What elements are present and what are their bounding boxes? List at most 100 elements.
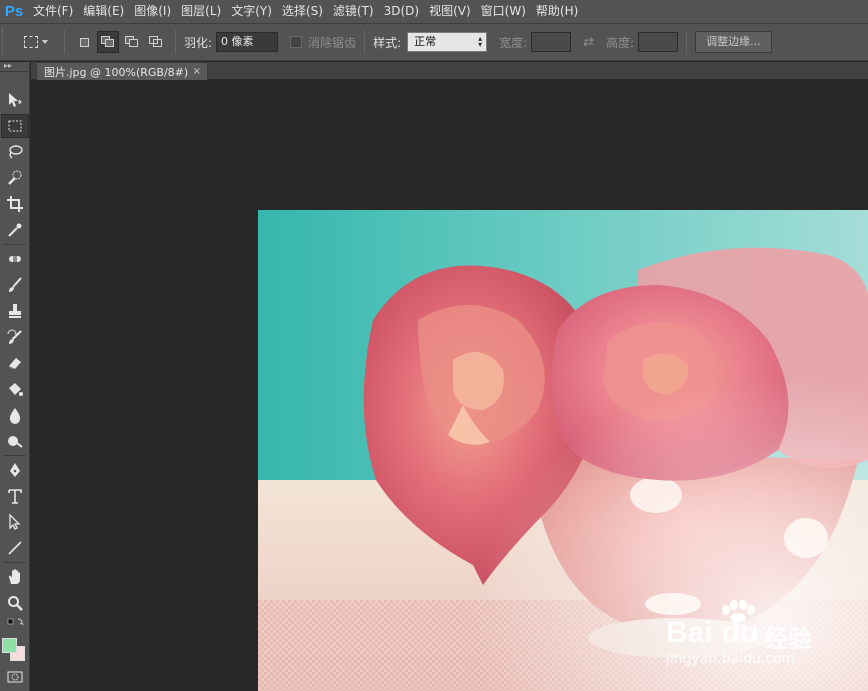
subtract-from-selection-icon: [125, 36, 139, 48]
divider: [4, 455, 26, 456]
swap-dimensions-icon[interactable]: ⇄: [583, 35, 594, 50]
divider: [364, 30, 366, 54]
eraser-icon: [8, 358, 21, 370]
quick-selection-tool[interactable]: [1, 166, 29, 190]
brush-icon: [9, 277, 22, 292]
intersect-selection-icon: [149, 36, 163, 48]
type-tool[interactable]: [1, 484, 29, 508]
selection-mode-group: [73, 31, 167, 53]
water-drop-icon: [9, 408, 21, 424]
tools-panel-header[interactable]: ▸▸: [0, 62, 29, 72]
dodge-icon: [8, 436, 23, 448]
quick-mask-icon: [7, 671, 23, 683]
clone-stamp-tool[interactable]: [1, 299, 29, 323]
rectangular-marquee-icon: [24, 36, 38, 48]
divider: [686, 30, 688, 54]
menu-window[interactable]: 窗口(W): [476, 0, 531, 23]
style-select-value: 正常: [414, 35, 437, 48]
watermark-du: du: [722, 616, 759, 649]
add-to-selection-button[interactable]: [97, 31, 119, 53]
watermark-brand-suffix: 经验: [764, 625, 812, 653]
line-tool[interactable]: [1, 536, 29, 560]
magnifier-icon: [8, 596, 23, 611]
paint-bucket-icon: [9, 383, 23, 396]
watermark-url: jingyan.baidu.com: [666, 651, 796, 667]
document-tab[interactable]: 图片.jpg @ 100%(RGB/8#) ×: [36, 62, 208, 80]
dodge-tool[interactable]: [1, 429, 29, 453]
select-arrows-icon: ▴ ▾: [478, 34, 483, 49]
menu-filter[interactable]: 滤镜(T): [328, 0, 379, 23]
rectangular-marquee-icon: [8, 120, 22, 132]
path-selection-icon: [9, 513, 21, 530]
antialias-label: 消除锯齿: [308, 35, 357, 50]
move-tool[interactable]: [1, 88, 29, 112]
feather-input[interactable]: 0 像素: [216, 32, 279, 52]
bandage-icon: [9, 256, 21, 262]
options-bar-grip[interactable]: [2, 28, 8, 56]
zoom-tool[interactable]: [1, 591, 29, 615]
new-selection-button[interactable]: [73, 31, 95, 53]
quick-mask-toggle[interactable]: [1, 667, 29, 687]
divider: [4, 562, 26, 563]
path-selection-tool[interactable]: [1, 510, 29, 534]
new-selection-icon: [79, 37, 89, 47]
eyedropper-tool[interactable]: [1, 218, 29, 242]
spot-healing-brush-tool[interactable]: [1, 247, 29, 271]
hand-tool[interactable]: [1, 565, 29, 589]
menu-file[interactable]: 文件(F): [28, 0, 78, 23]
move-icon: [9, 93, 22, 107]
style-select[interactable]: 正常 ▴ ▾: [407, 32, 488, 52]
crop-tool[interactable]: [1, 192, 29, 216]
paint-bucket-tool[interactable]: [1, 377, 29, 401]
subtract-from-selection-button[interactable]: [121, 31, 143, 53]
eraser-tool[interactable]: [1, 351, 29, 375]
blur-tool[interactable]: [1, 403, 29, 427]
close-icon[interactable]: ×: [193, 66, 201, 77]
options-bar: 羽化: 0 像素 消除锯齿 样式: 正常 ▴ ▾ 宽度: ⇄ 高度: 调整边缘..…: [0, 23, 868, 61]
antialias-checkbox[interactable]: [290, 36, 303, 48]
chevron-down-icon: [42, 40, 48, 44]
style-label: 样式:: [373, 35, 402, 50]
divider: [175, 30, 176, 54]
intersect-selection-button[interactable]: [145, 31, 167, 53]
type-icon: [8, 489, 22, 504]
document-tab-bar: 图片.jpg @ 100%(RGB/8#) ×: [31, 62, 868, 80]
tool-preset-picker[interactable]: [16, 30, 56, 54]
quick-selection-icon: [8, 170, 22, 185]
divider: [64, 30, 65, 54]
height-input[interactable]: [638, 32, 679, 52]
swap-colors-icon: [7, 618, 24, 626]
width-label: 宽度:: [499, 35, 528, 50]
menu-3d[interactable]: 3D(D): [379, 0, 424, 23]
pen-icon: [10, 463, 20, 477]
eyedropper-icon: [8, 223, 22, 237]
menu-type[interactable]: 文字(Y): [226, 0, 277, 23]
history-brush-tool[interactable]: [1, 325, 29, 349]
rectangular-marquee-tool[interactable]: [1, 114, 29, 138]
menu-edit[interactable]: 编辑(E): [78, 0, 129, 23]
photoshop-logo: Ps: [4, 3, 24, 20]
history-brush-icon: [7, 329, 22, 344]
menu-bar: Ps 文件(F) 编辑(E) 图像(I) 图层(L) 文字(Y) 选择(S) 滤…: [0, 0, 868, 23]
refine-edge-button[interactable]: 调整边缘...: [695, 31, 772, 53]
default-colors-toggle[interactable]: [1, 616, 29, 630]
crop-icon: [7, 196, 23, 212]
stamp-icon: [9, 304, 21, 318]
height-label: 高度:: [606, 35, 635, 50]
width-input[interactable]: [531, 32, 572, 52]
color-swatches: [0, 632, 30, 668]
feather-label: 羽化:: [184, 35, 213, 50]
brush-tool[interactable]: [1, 273, 29, 297]
hand-icon: [9, 569, 20, 584]
foreground-color-swatch[interactable]: [2, 638, 17, 653]
menu-select[interactable]: 选择(S): [277, 0, 328, 23]
menu-view[interactable]: 视图(V): [424, 0, 476, 23]
pen-tool[interactable]: [1, 458, 29, 482]
baidu-watermark: Bai du 经验 jingyan.baidu.com: [666, 600, 826, 670]
watermark-brand: Bai: [666, 616, 713, 649]
lasso-tool[interactable]: [1, 140, 29, 164]
add-to-selection-icon: [101, 36, 115, 48]
menu-image[interactable]: 图像(I): [129, 0, 176, 23]
menu-help[interactable]: 帮助(H): [531, 0, 583, 23]
menu-layer[interactable]: 图层(L): [176, 0, 226, 23]
